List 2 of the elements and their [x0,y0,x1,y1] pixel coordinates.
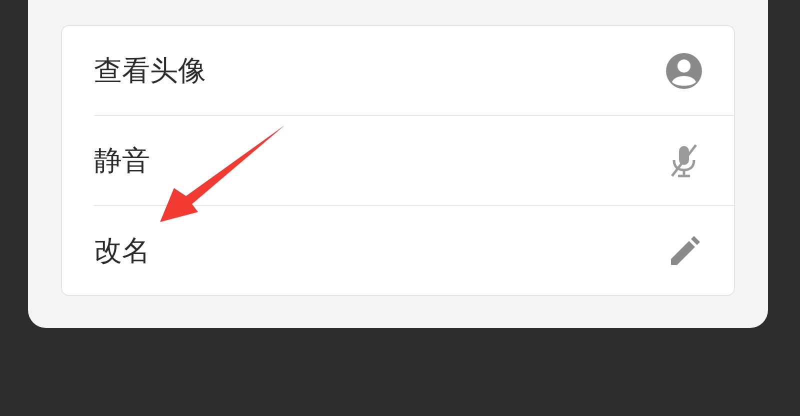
menu-item[interactable]: 查看头像 [94,26,734,115]
person-icon [664,50,704,90]
